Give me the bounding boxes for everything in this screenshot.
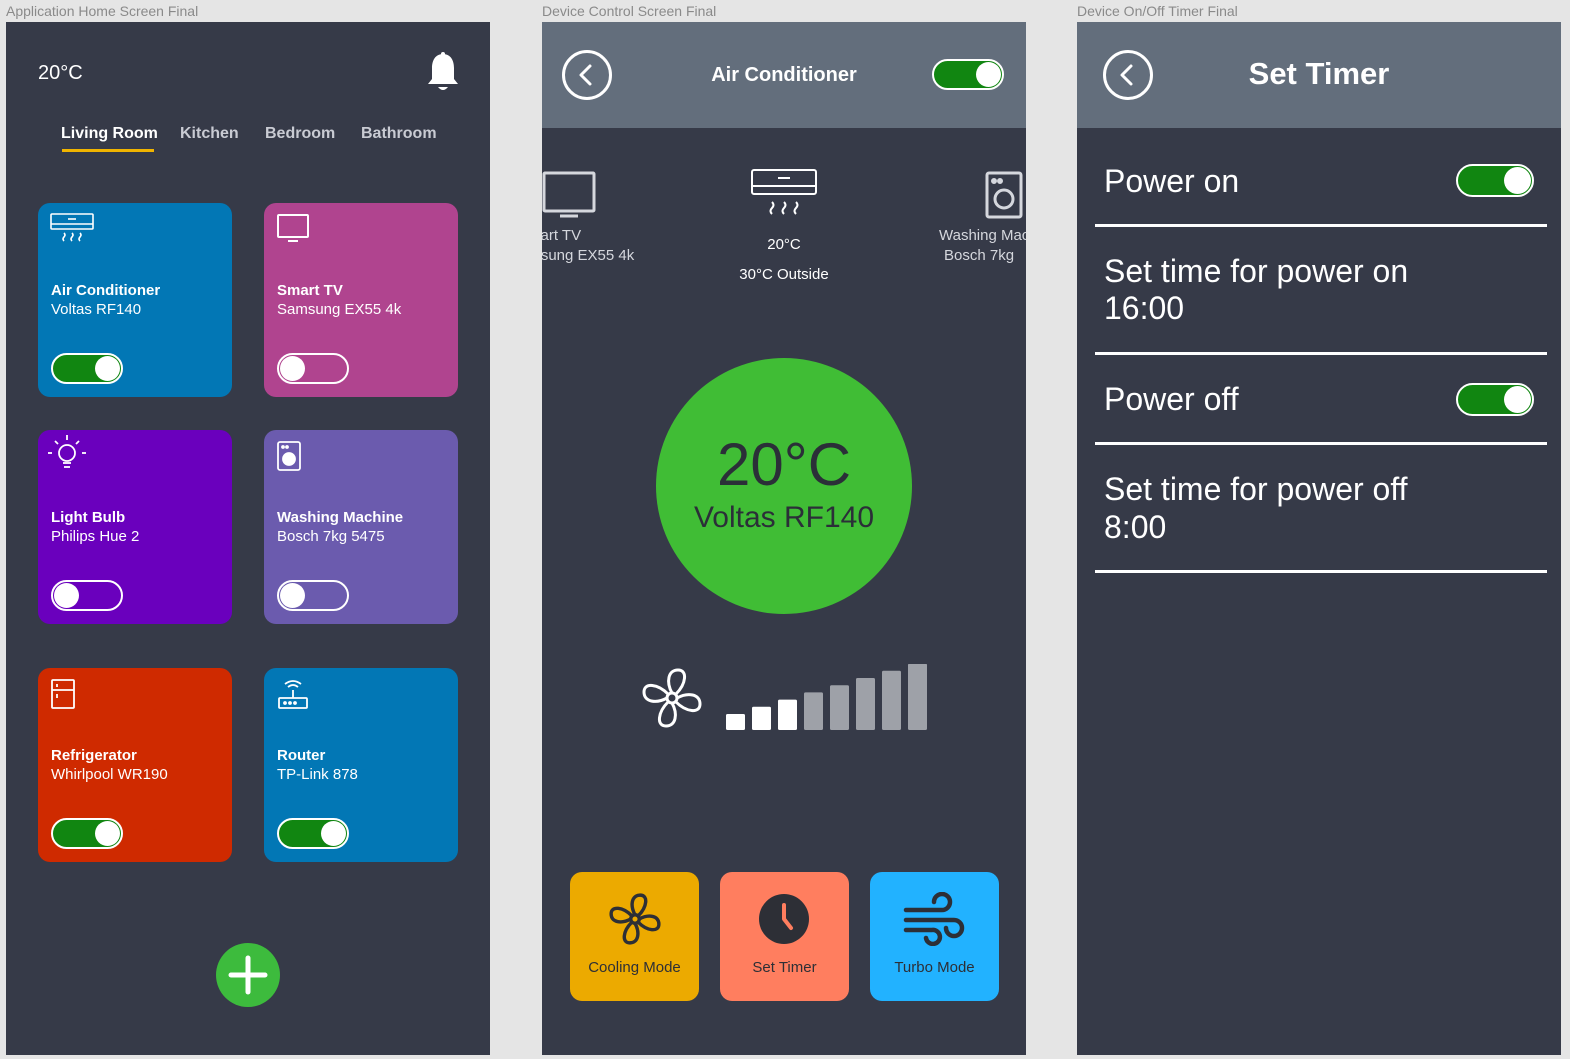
washing-machine-icon [276, 440, 302, 477]
fan-speed-bar[interactable] [752, 706, 771, 730]
cooling-mode-button[interactable]: Cooling Mode [570, 872, 699, 1001]
device-model: Philips Hue 2 [51, 528, 140, 545]
temperature-display[interactable]: 20°C Voltas RF140 [656, 358, 912, 614]
carousel-device-right[interactable]: Washing Machine Bosch 7kg [939, 226, 1026, 266]
device-model: Bosch 7kg [944, 247, 1015, 264]
fan-speed-bar[interactable] [908, 664, 927, 730]
device-model: Samsung EX55 4k [542, 247, 635, 264]
router-icon [276, 678, 310, 717]
device-model: Samsung EX55 4k [277, 301, 402, 318]
fan-speed-bar[interactable] [856, 678, 875, 730]
power-off-time-label: Set time for power off [1104, 471, 1408, 507]
outside-temp: 30°C Outside [739, 266, 829, 283]
power-toggle[interactable] [277, 580, 349, 611]
power-on-toggle[interactable] [1456, 164, 1534, 197]
device-name: Smart TV [277, 282, 343, 299]
power-off-toggle[interactable] [1456, 383, 1534, 416]
device-control-screen: Air Conditioner Smart TV Samsung EX55 4k… [542, 22, 1026, 1055]
bell-icon[interactable] [426, 52, 460, 99]
device-model: TP-Link 878 [277, 766, 358, 783]
power-on-time-label: Set time for power on [1104, 253, 1409, 289]
fan-speed-bar[interactable] [882, 670, 901, 730]
current-temp: 20°C [767, 236, 801, 253]
device-name: Smart TV [542, 227, 582, 244]
fan-icon [606, 890, 664, 953]
temperature-readout: 20°C [38, 62, 83, 84]
tab-kitchen[interactable]: Kitchen [180, 125, 239, 143]
power-toggle[interactable] [932, 59, 1004, 90]
power-toggle[interactable] [51, 818, 123, 849]
power-toggle[interactable] [51, 353, 123, 384]
ac-icon [50, 213, 94, 252]
tab-bathroom[interactable]: Bathroom [361, 125, 437, 143]
active-tab-indicator [62, 149, 154, 152]
device-name: Light Bulb [51, 509, 126, 526]
power-off-label: Power off [1104, 381, 1239, 417]
plus-icon [228, 955, 268, 995]
device-card-router[interactable]: Router TP-Link 878 [264, 668, 458, 862]
wind-icon [902, 891, 966, 951]
divider [1095, 442, 1547, 445]
set-temperature: 20°C [716, 431, 852, 498]
fan-speed-slider[interactable] [726, 664, 936, 730]
fan-speed-bar[interactable] [804, 692, 823, 730]
refrigerator-icon [50, 678, 76, 715]
fan-icon [638, 664, 706, 737]
set-timer-button[interactable]: Set Timer [720, 872, 849, 1001]
tab-bedroom[interactable]: Bedroom [265, 125, 335, 143]
header-bar: Air Conditioner [542, 22, 1026, 128]
mode-label: Turbo Mode [894, 959, 975, 976]
frame-label-home: Application Home Screen Final [6, 3, 199, 19]
device-name: Router [277, 747, 326, 764]
divider [1095, 224, 1547, 227]
carousel-device-center[interactable]: 20°C 30°C Outside [714, 230, 854, 290]
header-bar: Set Timer [1077, 22, 1561, 128]
fan-speed-bar[interactable] [830, 685, 849, 730]
device-name: Washing Machine [277, 509, 404, 526]
home-screen: 20°C Living Room Kitchen Bedroom Bathroo… [6, 22, 490, 1055]
page-title: Set Timer [1248, 56, 1390, 91]
frame-label-timer: Device On/Off Timer Final [1077, 3, 1238, 19]
device-model: Voltas RF140 [693, 501, 875, 534]
mode-label: Cooling Mode [588, 959, 681, 976]
device-card-refrigerator[interactable]: Refrigerator Whirlpool WR190 [38, 668, 232, 862]
device-model: Whirlpool WR190 [51, 766, 168, 783]
add-device-button[interactable] [216, 943, 280, 1007]
tv-icon [276, 213, 312, 250]
washing-machine-icon[interactable] [984, 170, 1024, 225]
device-card-smart-tv[interactable]: Smart TV Samsung EX55 4k [264, 203, 458, 397]
turbo-mode-button[interactable]: Turbo Mode [870, 872, 999, 1001]
clock-icon [758, 893, 810, 950]
device-model: Bosch 7kg 5475 [277, 528, 385, 545]
fan-speed-bar[interactable] [726, 714, 745, 730]
power-toggle[interactable] [51, 580, 123, 611]
device-card-washing-machine[interactable]: Washing Machine Bosch 7kg 5475 [264, 430, 458, 624]
power-toggle[interactable] [277, 353, 349, 384]
tab-living-room[interactable]: Living Room [61, 125, 158, 143]
power-off-time-value: 8:00 [1104, 509, 1167, 545]
power-on-label: Power on [1104, 163, 1240, 199]
timer-screen: Set Timer Power on Set time for power on… [1077, 22, 1561, 1055]
device-name: Air Conditioner [51, 282, 161, 299]
frame-label-control: Device Control Screen Final [542, 3, 717, 19]
carousel-device-left[interactable]: Smart TV Samsung EX55 4k [542, 226, 664, 266]
device-card-light-bulb[interactable]: Light Bulb Philips Hue 2 [38, 430, 232, 624]
tv-icon[interactable] [542, 170, 598, 225]
device-card-air-conditioner[interactable]: Air Conditioner Voltas RF140 [38, 203, 232, 397]
device-model: Voltas RF140 [51, 301, 142, 318]
divider [1095, 352, 1547, 355]
fan-speed-bar[interactable] [778, 699, 797, 730]
light-bulb-icon [46, 432, 88, 479]
mode-label: Set Timer [752, 959, 817, 976]
power-on-time-value: 16:00 [1104, 290, 1185, 326]
divider [1095, 570, 1547, 573]
ac-icon[interactable] [750, 168, 818, 225]
device-name: Refrigerator [51, 747, 137, 764]
device-name: Washing Machine [939, 227, 1026, 244]
power-toggle[interactable] [277, 818, 349, 849]
